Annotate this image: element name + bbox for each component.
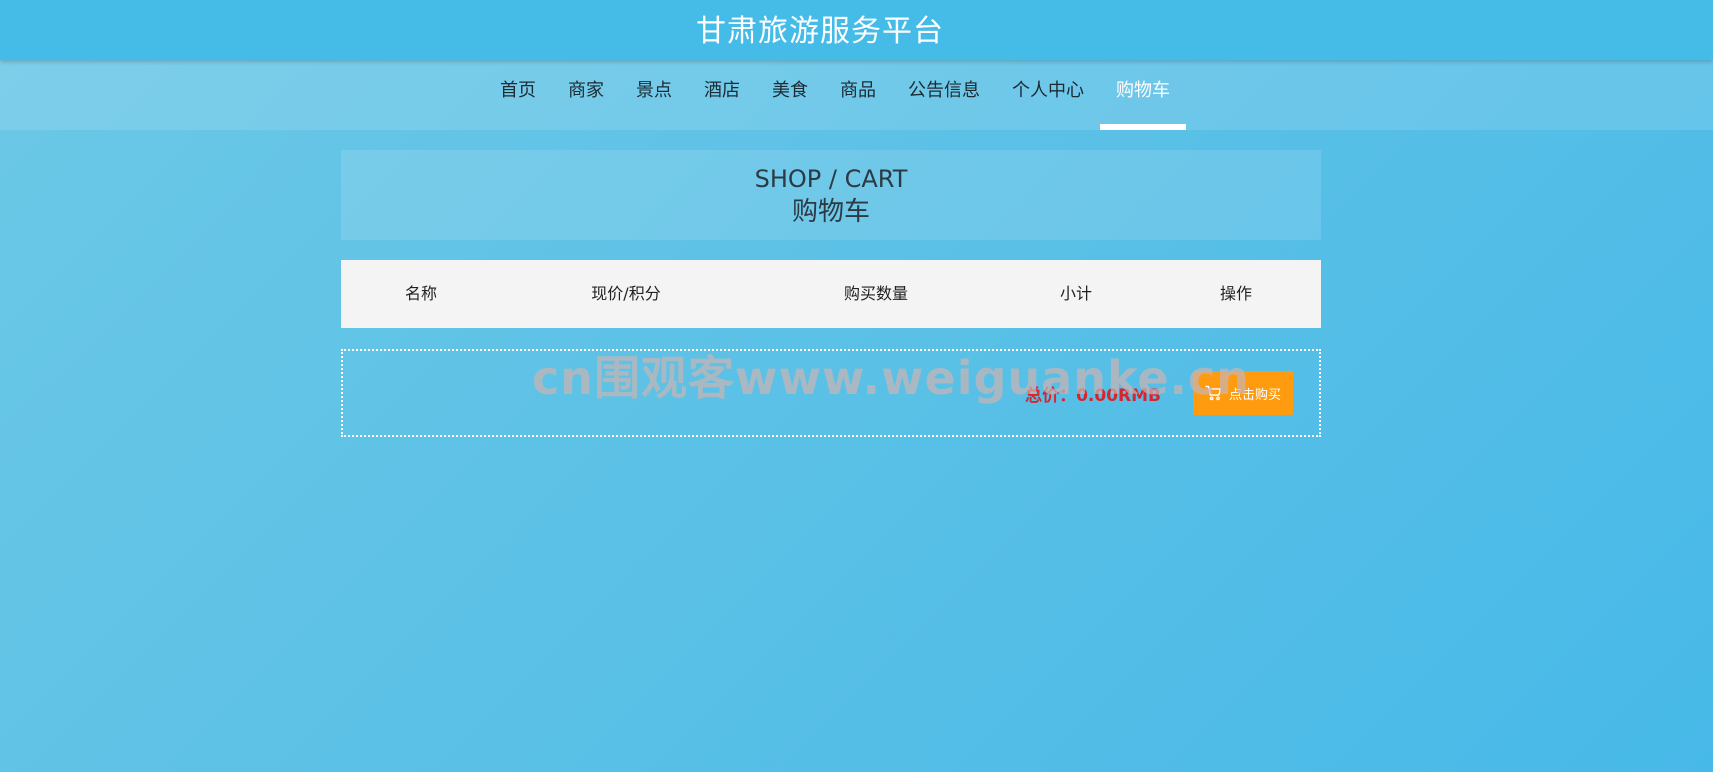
total-price: 总价：0.00RMB — [1025, 386, 1161, 406]
nav-list: 首页 商家 景点 酒店 美食 商品 公告信息 个人中心 购物车 — [484, 60, 1186, 130]
nav-item-hotels[interactable]: 酒店 — [688, 60, 756, 130]
page-title-block: SHOP / CART 购物车 — [341, 150, 1321, 240]
nav-item-food[interactable]: 美食 — [756, 60, 824, 130]
cart-summary: 总价：0.00RMB 点击购买 — [341, 349, 1321, 437]
column-header-actions: 操作 — [1219, 284, 1252, 303]
main-navigation: 首页 商家 景点 酒店 美食 商品 公告信息 个人中心 购物车 — [0, 60, 1713, 130]
nav-item-announcements[interactable]: 公告信息 — [892, 60, 996, 130]
nav-item-cart[interactable]: 购物车 — [1100, 60, 1186, 130]
page-title: 购物车 — [791, 197, 870, 227]
nav-item-home[interactable]: 首页 — [484, 60, 552, 130]
cart-table-header: 名称 现价/积分 购买数量 小计 操作 — [341, 260, 1321, 328]
nav-item-merchants[interactable]: 商家 — [552, 60, 620, 130]
column-header-price: 现价/积分 — [591, 284, 661, 303]
nav-item-personal-center[interactable]: 个人中心 — [996, 60, 1100, 130]
column-header-subtotal: 小计 — [1059, 284, 1092, 303]
buy-button-label: 点击购买 — [1228, 387, 1281, 403]
nav-item-products[interactable]: 商品 — [824, 60, 892, 130]
site-header: 甘肃旅游服务平台 — [0, 0, 1713, 60]
page-title-en: SHOP / CART — [754, 165, 908, 193]
column-header-name: 名称 — [404, 284, 437, 303]
buy-button[interactable]: 点击购买 — [1193, 371, 1293, 415]
site-title: 甘肃旅游服务平台 — [696, 14, 944, 49]
shopping-cart-icon — [1205, 385, 1223, 401]
nav-item-attractions[interactable]: 景点 — [620, 60, 688, 130]
column-header-quantity: 购买数量 — [843, 284, 908, 303]
